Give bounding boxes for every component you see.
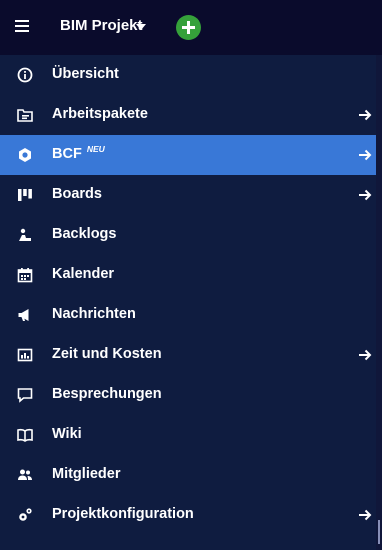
- sidebar-item-label: Besprechungen: [52, 386, 162, 402]
- arrow-right-icon[interactable]: [357, 507, 373, 523]
- sidebar-item-label: Wiki: [52, 426, 82, 442]
- sidebar-item-label: Zeit und Kosten: [52, 346, 162, 362]
- info-icon: [17, 67, 33, 83]
- settings-icon: [19, 508, 32, 521]
- sidebar-item-mitglieder[interactable]: Mitglieder: [0, 455, 376, 495]
- add-button[interactable]: [176, 15, 201, 40]
- arrow-right-icon[interactable]: [357, 347, 373, 363]
- backlogs-icon: [19, 228, 31, 241]
- arrow-right-icon[interactable]: [357, 147, 373, 163]
- sidebar-item-nachrichten[interactable]: Nachrichten: [0, 295, 376, 335]
- time-costs-icon: [17, 348, 33, 362]
- sidebar-item-kalender[interactable]: Kalender: [0, 255, 376, 295]
- sidebar-item-bcf[interactable]: BCF NEU: [0, 135, 382, 175]
- top-header: BIM Projekt: [0, 0, 382, 55]
- hamburger-menu-icon[interactable]: [15, 20, 29, 32]
- sidebar-item-label: Backlogs: [52, 226, 117, 242]
- arrow-right-icon[interactable]: [357, 187, 373, 203]
- chevron-down-icon[interactable]: [136, 24, 146, 30]
- sidebar-item-projektkonfiguration[interactable]: Projektkonfiguration: [0, 495, 376, 535]
- sidebar-item-wiki[interactable]: Wiki: [0, 415, 376, 455]
- sidebar-item-zeit-und-kosten[interactable]: Zeit und Kosten: [0, 335, 376, 375]
- sidebar-item-uebersicht[interactable]: Übersicht: [0, 55, 376, 95]
- sidebar-item-label: Arbeitspakete: [52, 106, 148, 122]
- scrollbar-track[interactable]: [376, 55, 382, 550]
- sidebar-item-label: Projektkonfiguration: [52, 506, 194, 522]
- sidebar-item-boards[interactable]: Boards: [0, 175, 376, 215]
- sidebar-item-label: BCF: [52, 146, 82, 162]
- new-badge: NEU: [86, 144, 105, 154]
- sidebar-item-label: Kalender: [52, 266, 115, 282]
- bcf-icon: [19, 148, 31, 162]
- scrollbar-thumb[interactable]: [378, 520, 380, 544]
- sidebar-item-backlogs[interactable]: Backlogs: [0, 215, 376, 255]
- sidebar-item-besprechungen[interactable]: Besprechungen: [0, 375, 376, 415]
- work-packages-icon: [17, 109, 33, 122]
- sidebar-item-arbeitspakete[interactable]: Arbeitspakete: [0, 95, 376, 135]
- calendar-icon: [17, 268, 33, 283]
- wiki-icon: [17, 428, 33, 442]
- megaphone-icon: [18, 309, 29, 321]
- arrow-right-icon[interactable]: [357, 107, 373, 123]
- meetings-icon: [17, 388, 33, 403]
- sidebar-item-label: Übersicht: [52, 66, 119, 82]
- project-selector[interactable]: BIM Projekt: [60, 17, 143, 34]
- sidebar-item-label: Boards: [52, 186, 102, 202]
- sidebar-item-label: Nachrichten: [52, 306, 136, 322]
- sidebar-menu: Übersicht Arbeitspakete BCF NEU Boards B…: [0, 55, 382, 535]
- sidebar-item-label: Mitglieder: [52, 466, 121, 482]
- members-icon: [18, 469, 32, 480]
- boards-icon: [18, 189, 32, 201]
